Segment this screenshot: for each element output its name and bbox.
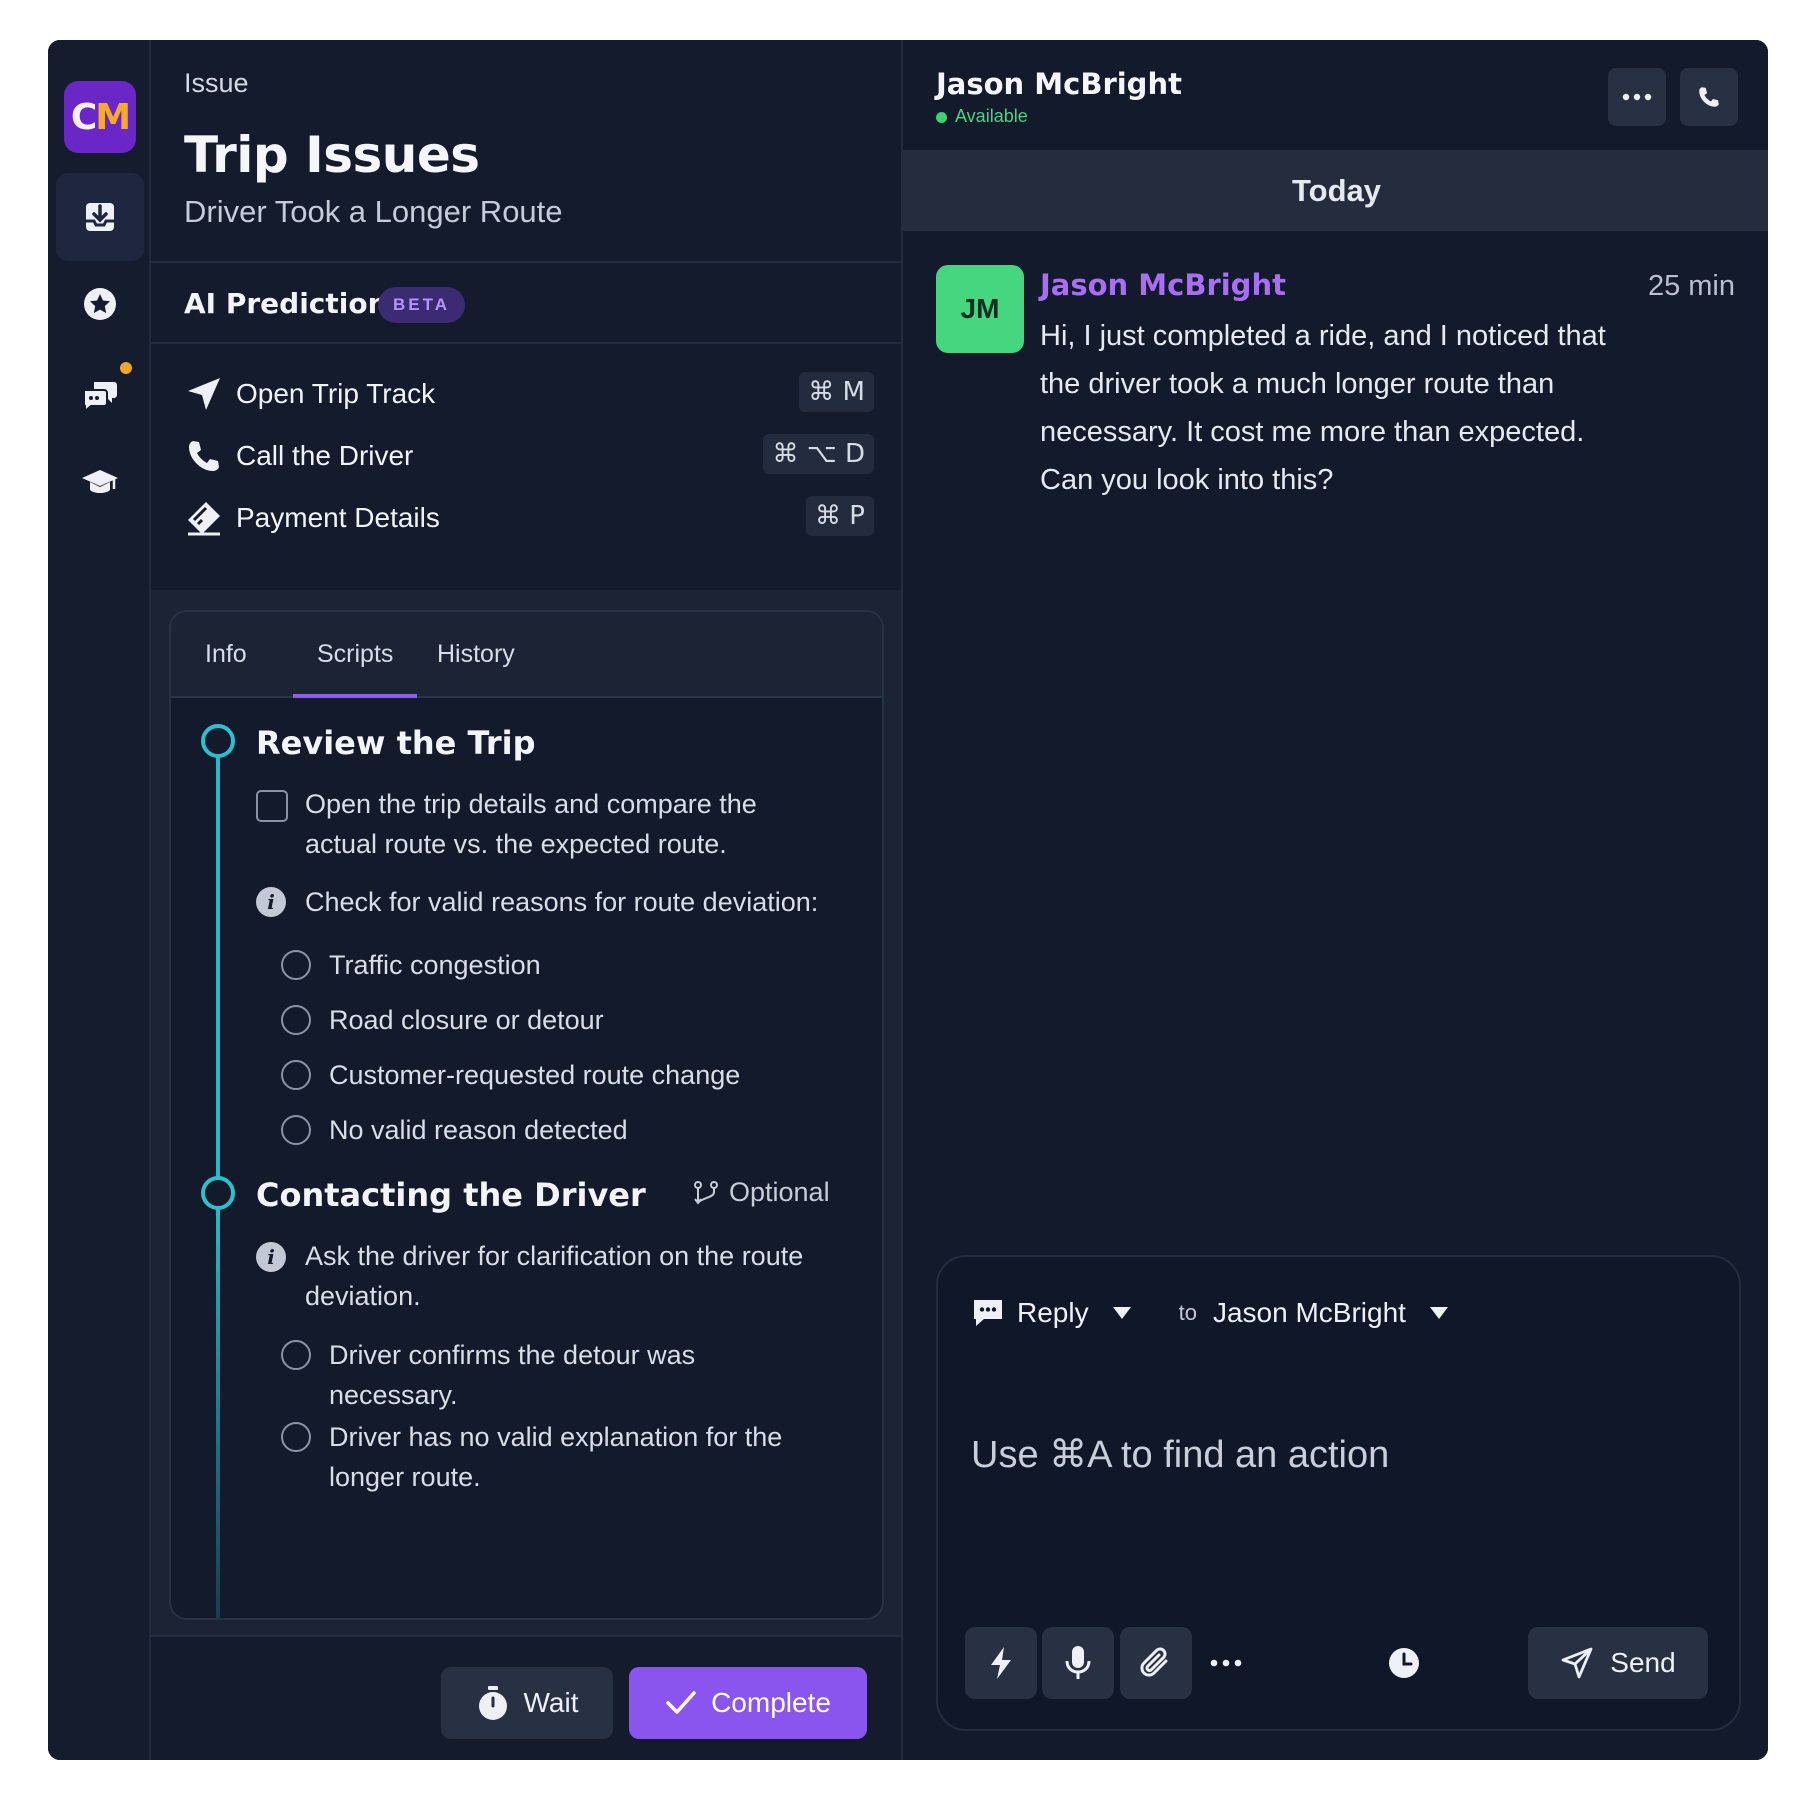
option-label: Road closure or detour — [329, 1005, 604, 1035]
message-author: Jason McBright — [1040, 268, 1286, 302]
option-label: Driver confirms the detour was necessary… — [329, 1340, 696, 1410]
radio-option[interactable] — [281, 1422, 311, 1452]
stopwatch-icon — [478, 1686, 507, 1720]
tab-scripts[interactable]: Scripts — [317, 640, 393, 669]
send-button[interactable]: Send — [1528, 1627, 1708, 1699]
section-title-contact: Contacting the Driver — [256, 1176, 646, 1214]
issue-footer: Wait Complete — [151, 1635, 901, 1760]
reply-composer: Reply to Jason McBright Use ⌘A to find a… — [936, 1255, 1741, 1731]
presence-status: Available — [936, 106, 1028, 127]
voice-button[interactable] — [1042, 1627, 1114, 1699]
complete-button[interactable]: Complete — [629, 1667, 867, 1739]
date-divider: Today — [903, 150, 1768, 231]
issue-title: Trip Issues — [184, 126, 480, 184]
phone-icon — [1699, 87, 1719, 107]
option-label: Driver has no valid explanation for the … — [329, 1422, 783, 1492]
chat-bubble-icon — [974, 1300, 1002, 1326]
info-icon: i — [256, 1242, 286, 1272]
app-window: CM Issue Trip Issues Driver Took a Longe… — [48, 40, 1768, 1760]
radio-option[interactable] — [281, 1060, 311, 1090]
wait-button[interactable]: Wait — [441, 1667, 613, 1739]
ellipsis-icon — [1210, 1659, 1242, 1667]
issue-subtitle: Driver Took a Longer Route — [184, 194, 563, 229]
more-tools-button[interactable] — [1190, 1627, 1262, 1699]
message-body: Hi, I just completed a ride, and I notic… — [1040, 320, 1606, 496]
chat-bubbles-icon[interactable] — [56, 350, 144, 438]
message-input[interactable]: Use ⌘A to find an action — [971, 1432, 1389, 1477]
task-checkbox[interactable] — [256, 790, 288, 822]
quick-action-button[interactable] — [965, 1627, 1037, 1699]
to-label: to — [1178, 1300, 1197, 1325]
online-dot — [936, 111, 947, 123]
more-options-button[interactable] — [1608, 68, 1666, 126]
chat-header: Jason McBright Available — [903, 40, 1768, 150]
scripts-card: Info Scripts History Review the Trip Ope… — [169, 610, 884, 1620]
send-arrow-icon — [1561, 1647, 1593, 1679]
contact-name: Jason McBright — [936, 67, 1182, 101]
graduation-cap-icon[interactable] — [56, 438, 144, 526]
notification-dot — [120, 362, 132, 374]
timeline-line — [216, 752, 220, 1197]
star-badge-icon[interactable] — [56, 260, 144, 348]
option-label: No valid reason detected — [329, 1115, 628, 1145]
reply-mode-dropdown[interactable]: Reply — [1017, 1297, 1089, 1329]
optional-tag: Optional — [691, 1177, 830, 1209]
section-title-review: Review the Trip — [256, 724, 536, 762]
card-tag-icon — [188, 502, 220, 536]
action-payment-details[interactable]: Payment Details ⌘ P — [184, 492, 874, 544]
task-text: Open the trip details and compare the ac… — [305, 789, 757, 859]
option-label: Traffic congestion — [329, 950, 541, 980]
tab-history[interactable]: History — [437, 640, 515, 669]
call-button[interactable] — [1680, 68, 1738, 126]
check-icon — [666, 1691, 696, 1714]
option-label: Customer-requested route change — [329, 1060, 741, 1090]
radio-option[interactable] — [281, 1340, 311, 1370]
issue-eyebrow: Issue — [184, 68, 249, 98]
reply-controls: Reply to Jason McBright — [971, 1293, 1448, 1333]
lightning-icon — [991, 1647, 1011, 1679]
chat-panel: Jason McBright Available Today JM Jason … — [901, 40, 1768, 1760]
chevron-down-icon[interactable] — [1429, 1307, 1448, 1319]
action-call-driver[interactable]: Call the Driver ⌘ ⌥ D — [184, 430, 874, 482]
branch-icon — [694, 1180, 718, 1205]
ai-prediction-header: AI Prediction BETA — [151, 263, 901, 344]
radio-option[interactable] — [281, 1005, 311, 1035]
shortcut-badge: ⌘ M — [799, 372, 874, 412]
step-node — [201, 724, 235, 758]
info-icon: i — [256, 887, 286, 917]
paperclip-icon — [1140, 1647, 1168, 1677]
avatar: JM — [936, 265, 1024, 353]
info-text: Check for valid reasons for route deviat… — [305, 887, 819, 917]
action-open-trip-track[interactable]: Open Trip Track ⌘ M — [184, 368, 874, 420]
nav-rail: CM — [48, 40, 151, 1760]
issue-header: Issue Trip Issues Driver Took a Longer R… — [151, 40, 901, 263]
ellipsis-icon — [1622, 93, 1652, 101]
step-node — [201, 1176, 235, 1210]
ai-prediction-title: AI Prediction — [184, 287, 388, 320]
schedule-button[interactable] — [1368, 1627, 1440, 1699]
microphone-icon — [1065, 1646, 1091, 1679]
tab-info[interactable]: Info — [205, 640, 247, 669]
phone-icon — [189, 441, 219, 471]
brand-logo[interactable]: CM — [64, 81, 136, 153]
shortcut-badge: ⌘ ⌥ D — [763, 434, 874, 474]
radio-option[interactable] — [281, 950, 311, 980]
shortcut-badge: ⌘ P — [806, 496, 874, 536]
beta-badge: BETA — [378, 287, 466, 323]
tab-bar: Info Scripts History — [171, 612, 882, 698]
attach-button[interactable] — [1120, 1627, 1192, 1699]
chevron-down-icon[interactable] — [1112, 1307, 1131, 1319]
message-time: 25 min — [1647, 270, 1735, 302]
info-text: Ask the driver for clarification on the … — [305, 1241, 804, 1311]
active-tab-indicator — [293, 694, 417, 698]
radio-option[interactable] — [281, 1115, 311, 1145]
navigation-arrow-icon — [188, 378, 220, 410]
clock-icon — [1389, 1648, 1419, 1678]
inbox-download-icon[interactable] — [56, 173, 144, 261]
recipient-dropdown[interactable]: Jason McBright — [1213, 1297, 1406, 1329]
timeline-line — [216, 1207, 220, 1618]
